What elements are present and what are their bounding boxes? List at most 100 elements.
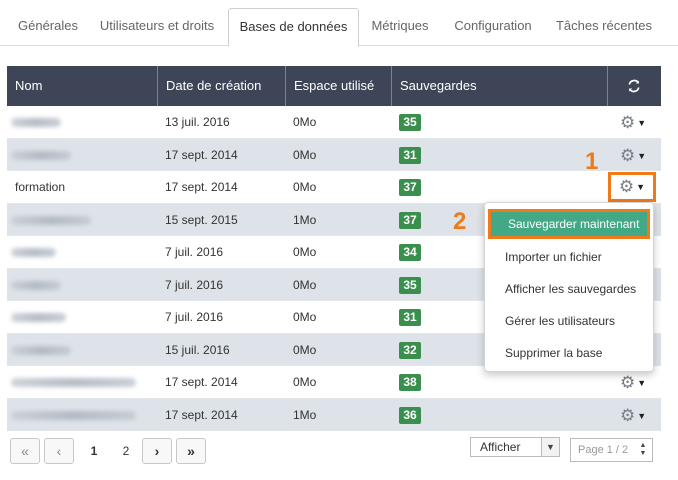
cell-created: 7 juil. 2016 (165, 310, 224, 324)
row-actions-button[interactable]: ⚙ ▼ (620, 112, 654, 134)
gear-icon: ⚙ (620, 405, 636, 425)
gear-icon: ⚙ (620, 145, 636, 165)
double-chevron-left-icon: « (21, 443, 29, 459)
cell-backups: 37 (391, 171, 607, 203)
cell-created: 7 juil. 2016 (165, 245, 224, 259)
tab-taches-recentes[interactable]: Tâches récentes (546, 8, 662, 46)
cell-created: 15 sept. 2015 (165, 212, 238, 227)
caret-down-icon: ▼ (637, 410, 647, 421)
tab-metriques[interactable]: Métriques (361, 8, 439, 46)
cell-name (7, 301, 157, 333)
row-actions-button[interactable]: ⚙ ▼ (620, 145, 654, 167)
cell-created: 17 sept. 2014 (165, 375, 238, 389)
header-backups[interactable]: Sauvegardes (391, 66, 607, 106)
cell-name (7, 366, 157, 398)
chevron-left-icon: ‹ (56, 443, 62, 459)
header-name[interactable]: Nom (7, 66, 157, 106)
backup-count-badge: 31 (399, 146, 421, 164)
cell-name (7, 204, 157, 236)
cell-name (7, 334, 157, 366)
redacted-name (11, 410, 136, 420)
backup-count-badge: 38 (399, 374, 421, 391)
redacted-name (11, 345, 71, 355)
cell-space: 0Mo (293, 342, 317, 357)
cell-space: 1Mo (293, 407, 317, 422)
table-row[interactable]: 13 juil. 2016 0Mo 35 ⚙ ▼ (7, 106, 661, 139)
header-space[interactable]: Espace utilisé (285, 66, 391, 106)
tab-bases-de-donnees[interactable]: Bases de données (228, 8, 359, 47)
gear-icon: ⚙ (620, 113, 636, 132)
menu-item-supprimer-base[interactable]: Supprimer la base (485, 339, 653, 367)
redacted-name (11, 215, 91, 225)
cell-space: 1Mo (293, 212, 317, 227)
menu-item-sauvegarder-maintenant[interactable]: Sauvegarder maintenant (488, 209, 650, 239)
cell-name: formation (15, 180, 66, 194)
redacted-name (11, 248, 56, 257)
database-actions-menu: Sauvegarder maintenant Importer un fichi… (484, 202, 654, 372)
caret-down-icon: ▼ (637, 378, 647, 388)
backup-count-badge: 37 (399, 179, 421, 196)
row-actions-button[interactable]: ⚙ ▼ (620, 405, 654, 427)
caret-down-icon: ▼ (637, 118, 647, 128)
last-page-button[interactable]: » (176, 438, 206, 464)
caret-down-icon: ▼ (637, 150, 647, 161)
cell-backups: 36 (391, 399, 607, 431)
next-page-button[interactable]: › (142, 438, 172, 464)
backup-count-badge: 36 (399, 406, 421, 424)
show-select-label: Afficher (480, 440, 521, 454)
gear-icon: ⚙ (618, 177, 635, 196)
cell-name (7, 139, 157, 171)
tab-utilisateurs-droits[interactable]: Utilisateurs et droits (92, 8, 222, 46)
backup-count-badge: 32 (399, 341, 421, 359)
cell-space: 0Mo (293, 115, 317, 129)
backup-count-badge: 31 (399, 309, 421, 326)
menu-item-importer-fichier[interactable]: Importer un fichier (485, 243, 653, 271)
menu-item-afficher-sauvegardes[interactable]: Afficher les sauvegardes (485, 275, 653, 303)
row-actions-button-active[interactable]: ⚙ ▼ (608, 172, 656, 202)
cell-name (7, 399, 157, 431)
chevron-down-icon[interactable]: ▼ (541, 438, 559, 456)
gear-icon: ⚙ (620, 373, 636, 392)
redacted-name (11, 313, 66, 322)
cell-space: 0Mo (293, 180, 317, 194)
annotation-step-1: 1 (585, 148, 599, 175)
backup-count-badge: 34 (399, 244, 421, 261)
table-row[interactable]: 17 sept. 2014 0Mo 31 ⚙ ▼ (7, 138, 661, 171)
page-indicator-text: Page 1 / 2 (578, 444, 629, 456)
cell-created: 13 juil. 2016 (165, 115, 230, 129)
cell-name (7, 269, 157, 301)
first-page-button[interactable]: « (10, 438, 40, 464)
spinner-icon[interactable]: ▲ ▼ (637, 442, 649, 458)
page-1-link[interactable]: 1 (78, 444, 110, 458)
cell-space: 0Mo (293, 277, 317, 292)
caret-down-icon: ▼ (636, 182, 646, 192)
tab-generales[interactable]: Générales (8, 8, 88, 46)
cell-space: 0Mo (293, 310, 317, 324)
table-row[interactable]: formation 17 sept. 2014 0Mo 37 ⚙ ▼ (7, 171, 661, 204)
cell-backups: 31 (391, 139, 607, 171)
backup-count-badge: 35 (399, 276, 421, 294)
row-actions-button[interactable]: ⚙ ▼ (620, 372, 654, 394)
tab-bar: Générales Utilisateurs et droits Bases d… (0, 0, 678, 47)
cell-created: 15 juil. 2016 (165, 342, 230, 357)
table-row[interactable]: 17 sept. 2014 1Mo 36 ⚙ ▼ (7, 398, 661, 431)
cell-space: 0Mo (293, 375, 317, 389)
show-select[interactable]: Afficher ▼ (470, 437, 560, 457)
prev-page-button[interactable]: ‹ (44, 438, 74, 464)
cell-created: 17 sept. 2014 (165, 147, 238, 162)
tab-configuration[interactable]: Configuration (444, 8, 542, 46)
cell-created: 17 sept. 2014 (165, 180, 238, 194)
cell-name (7, 236, 157, 268)
cell-created: 7 juil. 2016 (165, 277, 224, 292)
page-2-link[interactable]: 2 (110, 444, 142, 458)
menu-item-gerer-utilisateurs[interactable]: Gérer les utilisateurs (485, 307, 653, 335)
redacted-name (11, 150, 71, 160)
backup-count-badge: 37 (399, 211, 421, 229)
refresh-icon[interactable] (607, 66, 661, 106)
cell-name (7, 106, 157, 138)
cell-space: 0Mo (293, 245, 317, 259)
page-indicator-input[interactable]: Page 1 / 2 ▲ ▼ (570, 438, 653, 462)
redacted-name (11, 280, 61, 290)
backup-count-badge: 35 (399, 114, 421, 131)
header-created[interactable]: Date de création (157, 66, 285, 106)
